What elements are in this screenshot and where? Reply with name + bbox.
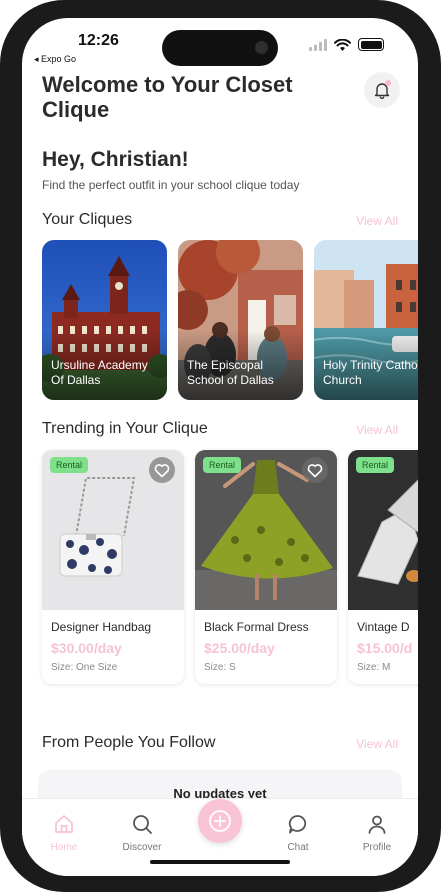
cliques-list: Ursuline Academy Of Dallas The Episcopal… xyxy=(42,240,418,400)
back-to-expo-go[interactable]: ◂ Expo Go xyxy=(34,54,76,65)
clique-card[interactable]: Ursuline Academy Of Dallas xyxy=(42,240,167,400)
bottom-tab-bar: Home Discover Chat Profile xyxy=(22,798,418,876)
profile-icon xyxy=(368,815,386,834)
phone-volume-down xyxy=(0,296,6,354)
phone-frame: 12:26 ◂ Expo Go Welcome to Your Closet C… xyxy=(0,0,441,892)
home-icon xyxy=(55,815,73,833)
phone-power-button xyxy=(435,262,441,354)
status-icons xyxy=(309,38,384,51)
camera-icon xyxy=(255,41,268,54)
tab-label: Discover xyxy=(122,842,162,853)
item-image: Rental xyxy=(42,450,184,610)
favorite-button[interactable] xyxy=(302,457,328,483)
dynamic-island xyxy=(162,30,278,66)
rental-badge: Rental xyxy=(50,457,89,473)
tab-home[interactable]: Home xyxy=(34,813,94,853)
clique-name: Holy Trinity Catholic Church xyxy=(323,358,418,387)
tab-discover[interactable]: Discover xyxy=(112,813,172,853)
chat-icon xyxy=(288,815,307,834)
tab-label: Chat xyxy=(287,842,309,853)
add-item-button[interactable] xyxy=(198,799,242,843)
clique-name: Ursuline Academy Of Dallas xyxy=(51,358,148,387)
item-size: Size: One Size xyxy=(51,662,118,673)
battery-icon xyxy=(358,38,384,51)
phone-side-button xyxy=(0,158,6,188)
sneakers-photo xyxy=(348,450,418,610)
item-price: $25.00/day xyxy=(204,640,275,656)
tab-profile[interactable]: Profile xyxy=(347,813,407,853)
signal-icon xyxy=(309,38,327,51)
greeting-title: Hey, Christian! xyxy=(42,148,189,171)
clique-card[interactable]: The Episcopal School of Dallas xyxy=(178,240,303,400)
item-name: Black Formal Dress xyxy=(204,620,309,634)
phone-volume-up xyxy=(0,218,6,276)
trending-section-title: Trending in Your Clique xyxy=(42,420,208,437)
clique-name: The Episcopal School of Dallas xyxy=(187,358,274,387)
greeting-subtitle: Find the perfect outfit in your school c… xyxy=(42,178,300,192)
clique-card[interactable]: Holy Trinity Catholic Church xyxy=(314,240,418,400)
item-size: Size: M xyxy=(357,662,391,673)
cliques-section-title: Your Cliques xyxy=(42,211,133,228)
heart-icon xyxy=(307,463,323,477)
item-card[interactable]: Rental Vintage D $15.00/d Size: M xyxy=(348,450,418,684)
item-image: Rental xyxy=(195,450,337,610)
rental-badge: Rental xyxy=(356,457,395,473)
heart-icon xyxy=(154,463,170,477)
wifi-icon xyxy=(334,38,351,51)
plus-icon xyxy=(209,810,231,832)
home-indicator xyxy=(150,860,290,864)
item-name: Designer Handbag xyxy=(51,620,152,634)
favorite-button[interactable] xyxy=(149,457,175,483)
item-price: $15.00/d xyxy=(357,640,413,656)
notification-dot xyxy=(385,80,391,86)
tab-label: Profile xyxy=(362,842,392,853)
rental-badge: Rental xyxy=(203,457,242,473)
tab-chat[interactable]: Chat xyxy=(268,813,328,853)
follow-section-title: From People You Follow xyxy=(42,734,216,751)
app-screen: 12:26 ◂ Expo Go Welcome to Your Closet C… xyxy=(22,18,418,876)
search-icon xyxy=(133,815,152,834)
tab-label: Home xyxy=(50,842,78,853)
cliques-view-all-link[interactable]: View All xyxy=(356,214,398,228)
follow-view-all-link[interactable]: View All xyxy=(356,737,398,751)
trending-list: Rental Designer Handbag $30.00/day Size:… xyxy=(42,450,418,684)
item-image: Rental xyxy=(348,450,418,610)
item-size: Size: S xyxy=(204,662,236,673)
item-price: $30.00/day xyxy=(51,640,122,656)
page-title: Welcome to Your Closet Clique xyxy=(42,72,293,122)
item-name: Vintage D xyxy=(357,620,410,634)
notifications-button[interactable] xyxy=(364,72,400,108)
item-card[interactable]: Rental Black Formal Dress $25.00/day Siz… xyxy=(195,450,337,684)
item-card[interactable]: Rental Designer Handbag $30.00/day Size:… xyxy=(42,450,184,684)
status-time: 12:26 xyxy=(78,32,119,49)
trending-view-all-link[interactable]: View All xyxy=(356,423,398,437)
